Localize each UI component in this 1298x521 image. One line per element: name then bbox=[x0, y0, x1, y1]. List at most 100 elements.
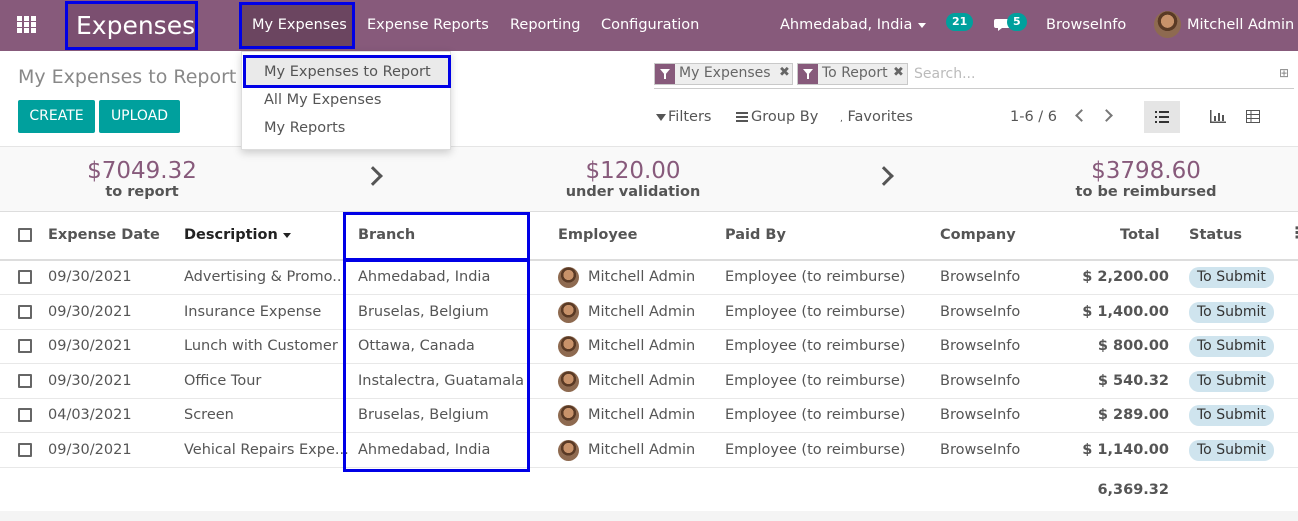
cell-date: 09/30/2021 bbox=[48, 269, 132, 285]
top-navbar: Expenses My Expenses Expense Reports Rep… bbox=[0, 0, 1298, 51]
cell-paid-by: Employee (to reimburse) bbox=[725, 372, 906, 389]
list-view-button[interactable] bbox=[1144, 101, 1180, 133]
menu-configuration[interactable]: Configuration bbox=[601, 17, 699, 33]
favorites-label: Favorites bbox=[847, 109, 913, 125]
dropdown-item-my-reports[interactable]: My Reports bbox=[264, 120, 345, 136]
cell-company: BrowseInfo bbox=[940, 269, 1021, 285]
cell-company: BrowseInfo bbox=[940, 442, 1021, 458]
cell-paid-by: Employee (to reimburse) bbox=[725, 269, 906, 285]
menu-reporting[interactable]: Reporting bbox=[510, 17, 581, 33]
pivot-view-icon[interactable] bbox=[1246, 110, 1260, 123]
remove-facet-icon[interactable]: ✖ bbox=[779, 65, 790, 80]
status-badge: To Submit bbox=[1189, 267, 1274, 288]
column-paid-by[interactable]: Paid By bbox=[725, 227, 786, 243]
chevron-right-icon bbox=[874, 166, 894, 186]
favorites-button[interactable]: , Favorites bbox=[840, 109, 913, 125]
filter-icon bbox=[655, 64, 675, 84]
menu-expense-reports[interactable]: Expense Reports bbox=[367, 17, 489, 33]
column-total[interactable]: Total bbox=[1120, 227, 1160, 243]
chevron-right-icon bbox=[363, 166, 383, 186]
facet-my-expenses[interactable]: My Expenses ✖ bbox=[654, 63, 793, 85]
summary-reimbursed-label: to be reimbursed bbox=[1075, 184, 1217, 200]
upload-button[interactable]: UPLOAD bbox=[99, 100, 180, 133]
cell-paid-by: Employee (to reimburse) bbox=[725, 442, 906, 458]
search-options-icon[interactable]: ⊞ bbox=[1279, 66, 1289, 80]
row-checkbox[interactable] bbox=[18, 408, 32, 423]
branch-column-highlight bbox=[343, 259, 530, 472]
table-row[interactable]: 04/03/2021 Screen Bruselas, Belgium Mitchel… bbox=[0, 398, 1298, 434]
filters-label: Filters bbox=[668, 109, 712, 125]
sort-desc-icon bbox=[283, 233, 291, 238]
cell-description: Insurance Expense bbox=[184, 303, 322, 320]
row-checkbox[interactable] bbox=[18, 339, 32, 354]
status-badge: To Submit bbox=[1189, 405, 1274, 427]
cell-employee: Mitchell Admin bbox=[588, 338, 696, 355]
table-row[interactable]: 09/30/2021 Insurance Expense Bruselas, Bel… bbox=[0, 295, 1298, 330]
branch-switcher[interactable]: Ahmedabad, India bbox=[780, 17, 912, 33]
column-status[interactable]: Status bbox=[1189, 227, 1242, 243]
cell-total: $ 1,400.00 bbox=[1082, 303, 1169, 320]
column-employee[interactable]: Employee bbox=[558, 227, 637, 243]
cell-description: Advertising & Promo... bbox=[184, 269, 347, 285]
status-badge: To Submit bbox=[1189, 301, 1274, 323]
cell-employee: Mitchell Admin bbox=[588, 407, 696, 424]
cell-total: $ 800.00 bbox=[1097, 338, 1169, 355]
pager-previous-icon[interactable] bbox=[1075, 109, 1088, 122]
user-menu[interactable]: Mitchell Admin bbox=[1187, 17, 1294, 33]
employee-avatar bbox=[558, 370, 579, 392]
optional-columns-icon[interactable]: ⋮ bbox=[1289, 225, 1298, 241]
filters-button[interactable]: Filters bbox=[656, 109, 711, 125]
table-row[interactable]: 09/30/2021 Lunch with Customer Ottawa, Can… bbox=[0, 329, 1298, 365]
cell-company: BrowseInfo bbox=[940, 407, 1021, 424]
column-company[interactable]: Company bbox=[940, 227, 1016, 243]
search-underline bbox=[654, 88, 1294, 89]
summary-to-report-amount: $7049.32 bbox=[87, 158, 197, 184]
pager-next-icon[interactable] bbox=[1100, 109, 1113, 122]
row-checkbox[interactable] bbox=[18, 270, 32, 284]
table-row[interactable]: 09/30/2021 Advertising & Promo... Ahmedaba… bbox=[0, 260, 1298, 295]
pager-value[interactable]: 1-6 / 6 bbox=[1010, 109, 1057, 125]
table-row[interactable]: 09/30/2021 Vehical Repairs Expe... Ahmedab… bbox=[0, 433, 1298, 468]
row-checkbox[interactable] bbox=[18, 373, 32, 388]
caret-down-icon bbox=[918, 23, 926, 28]
dropdown-item-all-expenses[interactable]: All My Expenses bbox=[264, 92, 381, 108]
column-expense-date[interactable]: Expense Date bbox=[48, 227, 160, 243]
cell-paid-by: Employee (to reimburse) bbox=[725, 303, 906, 320]
search-input[interactable]: Search... bbox=[914, 66, 975, 82]
cell-employee: Mitchell Admin bbox=[588, 372, 696, 389]
row-checkbox[interactable] bbox=[18, 443, 32, 457]
cell-description: Vehical Repairs Expe... bbox=[184, 442, 349, 458]
group-by-button[interactable]: Group By bbox=[736, 109, 818, 125]
graph-view-icon[interactable] bbox=[1210, 110, 1226, 123]
message-badge[interactable]: 5 bbox=[1007, 13, 1027, 31]
cell-description: Office Tour bbox=[184, 372, 262, 389]
star-icon: , bbox=[840, 114, 843, 124]
app-title[interactable]: Expenses bbox=[76, 11, 195, 40]
table-row[interactable]: 09/30/2021 Office Tour Instalectra, Guatam… bbox=[0, 364, 1298, 399]
employee-avatar bbox=[558, 267, 579, 288]
row-checkbox[interactable] bbox=[18, 304, 32, 319]
cell-company: BrowseInfo bbox=[940, 338, 1021, 355]
branch-header-highlight bbox=[343, 212, 530, 261]
dropdown-item-to-report[interactable]: My Expenses to Report bbox=[264, 64, 431, 80]
summary-to-report-label: to report bbox=[105, 184, 179, 200]
employee-avatar bbox=[558, 336, 579, 358]
list-icon bbox=[736, 112, 748, 122]
grand-total: 6,369.32 bbox=[1097, 482, 1169, 498]
facet-label: To Report bbox=[822, 65, 888, 81]
column-description[interactable]: Description bbox=[184, 227, 278, 243]
menu-my-expenses[interactable]: My Expenses bbox=[252, 17, 347, 33]
company-switcher[interactable]: BrowseInfo bbox=[1046, 17, 1126, 33]
apps-grid-icon[interactable] bbox=[17, 16, 37, 34]
cell-employee: Mitchell Admin bbox=[588, 269, 696, 285]
cell-date: 09/30/2021 bbox=[48, 442, 132, 458]
activity-badge[interactable]: 21 bbox=[946, 13, 974, 31]
summary-under-validation-label: under validation bbox=[565, 184, 701, 200]
cell-company: BrowseInfo bbox=[940, 372, 1021, 389]
create-button[interactable]: CREATE bbox=[18, 100, 95, 133]
cell-date: 09/30/2021 bbox=[48, 303, 132, 320]
select-all-checkbox[interactable] bbox=[18, 228, 32, 242]
facet-to-report[interactable]: To Report ✖ bbox=[797, 63, 908, 85]
user-avatar[interactable] bbox=[1154, 11, 1181, 38]
remove-facet-icon[interactable]: ✖ bbox=[893, 65, 904, 80]
